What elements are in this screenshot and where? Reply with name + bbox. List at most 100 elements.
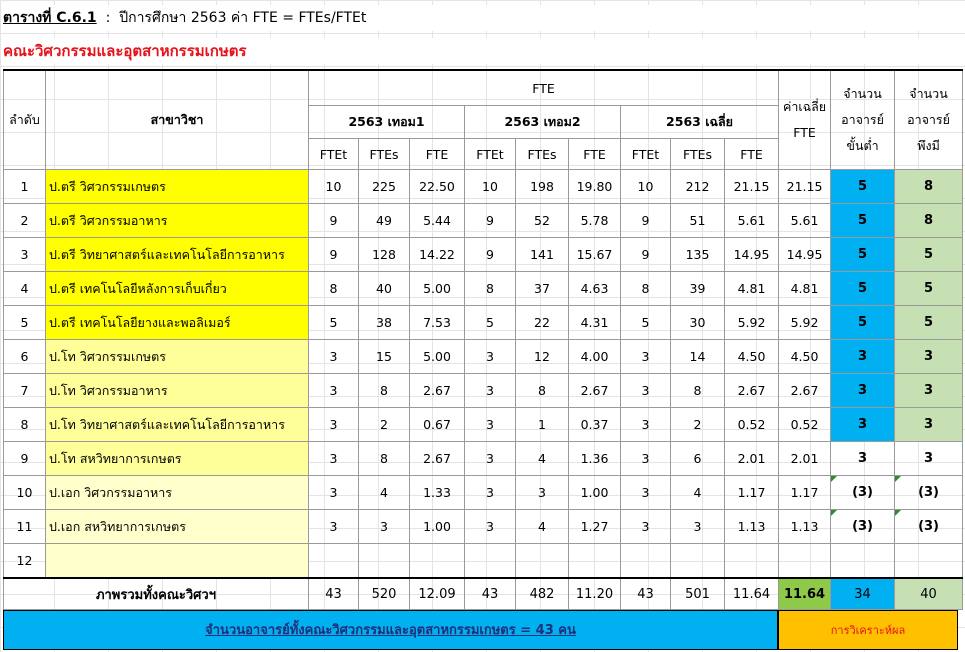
row-t2-ftes: 4 — [515, 441, 569, 476]
row-program: ป.โท สหวิทยาการเกษตร — [45, 441, 309, 476]
row-t1-ftes: 4 — [358, 475, 410, 510]
row-program: ป.โท วิศวกรรมเกษตร — [45, 339, 309, 374]
row-t2-fte: 2.67 — [568, 373, 621, 408]
row-ta-ftes — [670, 543, 725, 579]
row-avg-fte: 2.67 — [778, 373, 832, 408]
header-seq: ลำดับ — [3, 69, 46, 170]
total-min-staff: 34 — [830, 577, 896, 610]
row-required-staff: 3 — [894, 407, 964, 442]
row-t1-ftes: 225 — [358, 169, 410, 204]
row-seq: 8 — [3, 407, 46, 442]
row-seq: 1 — [3, 169, 46, 204]
row-ta-ftet — [620, 543, 671, 579]
row-t2-ftes: 1 — [515, 407, 569, 442]
row-min-staff: 3 — [830, 339, 896, 374]
row-t2-fte: 1.27 — [568, 509, 621, 544]
row-ta-ftes: 51 — [670, 203, 725, 238]
row-t1-fte: 1.33 — [409, 475, 465, 510]
row-ta-ftet: 3 — [620, 373, 671, 408]
header-avg-line2: FTE — [793, 125, 816, 140]
row-seq: 6 — [3, 339, 46, 374]
row-ta-ftes: 212 — [670, 169, 725, 204]
row-required-staff: 5 — [894, 305, 964, 340]
row-t1-ftes: 15 — [358, 339, 410, 374]
row-ta-ftet: 10 — [620, 169, 671, 204]
row-avg-fte: 21.15 — [778, 169, 832, 204]
row-t2-ftes: 141 — [515, 237, 569, 272]
row-ta-ftes: 30 — [670, 305, 725, 340]
row-t1-ftes: 8 — [358, 441, 410, 476]
row-t2-fte: 0.37 — [568, 407, 621, 442]
row-ta-fte: 5.92 — [723, 305, 780, 340]
row-ta-ftet: 3 — [620, 407, 671, 442]
row-t1-fte: 5.00 — [409, 271, 465, 306]
row-seq: 10 — [3, 475, 46, 510]
row-ta-ftet: 3 — [620, 509, 671, 544]
table-row: 10 ป.เอก วิศวกรรมอาหาร 3 4 1.33 3 3 1.00 3 4 1.17 1… — [3, 475, 964, 510]
total-t1-fte: 12.09 — [409, 577, 465, 610]
total-ta-ftet: 43 — [620, 577, 671, 610]
row-ta-fte: 4.50 — [723, 339, 780, 374]
row-program: ป.เอก วิศวกรรมอาหาร — [45, 475, 309, 510]
row-t2-fte: 1.00 — [568, 475, 621, 510]
header-t1-ftet: FTEt — [308, 138, 359, 170]
row-avg-fte: 5.61 — [778, 203, 832, 238]
header-term-avg: 2563 เฉลี่ย — [619, 105, 780, 139]
row-avg-fte — [778, 543, 832, 579]
header-required-staff: จำนวน อาจารย์ พึงมี — [894, 69, 964, 170]
row-t1-ftet: 3 — [308, 441, 359, 476]
row-seq: 3 — [3, 237, 46, 272]
table-row: 11 ป.เอก สหวิทยาการเกษตร 3 3 1.00 3 4 1.27 3 3 1.1… — [3, 509, 964, 544]
row-required-staff: 3 — [894, 441, 964, 476]
row-t2-ftet: 10 — [464, 169, 516, 204]
row-t2-ftet: 3 — [464, 441, 516, 476]
row-ta-fte: 1.17 — [723, 475, 780, 510]
analysis-label: การวิเคราะห์ผล — [778, 610, 958, 650]
row-ta-fte: 21.15 — [723, 169, 780, 204]
row-ta-ftet: 3 — [620, 475, 671, 510]
row-t1-ftes: 3 — [358, 509, 410, 544]
row-t1-ftet: 5 — [308, 305, 359, 340]
row-t2-ftes: 37 — [515, 271, 569, 306]
row-avg-fte: 5.92 — [778, 305, 832, 340]
row-avg-fte: 14.95 — [778, 237, 832, 272]
row-avg-fte: 4.81 — [778, 271, 832, 306]
row-ta-fte: 4.81 — [723, 271, 780, 306]
total-t1-ftes: 520 — [358, 577, 410, 610]
row-t1-ftet: 9 — [308, 237, 359, 272]
header-t1-fte: FTE — [409, 138, 465, 170]
row-program: ป.ตรี เทคโนโลยียางและพอลิเมอร์ — [45, 305, 309, 340]
table-row: 5 ป.ตรี เทคโนโลยียางและพอลิเมอร์ 5 38 7.53 5 2… — [3, 305, 964, 340]
row-t1-fte: 1.00 — [409, 509, 465, 544]
row-t1-ftet: 9 — [308, 203, 359, 238]
row-t2-ftet: 3 — [464, 373, 516, 408]
row-seq: 4 — [3, 271, 46, 306]
header-ta-fte: FTE — [723, 138, 780, 170]
row-t2-fte: 1.36 — [568, 441, 621, 476]
row-t1-ftes — [358, 543, 410, 579]
row-t1-ftet — [308, 543, 359, 579]
table-row: 12 — [3, 543, 964, 579]
row-t1-fte: 22.50 — [409, 169, 465, 204]
row-t1-ftes: 40 — [358, 271, 410, 306]
table-row: 4 ป.ตรี เทคโนโลยีหลังการเก็บเกี่ยว 8 40 5.00… — [3, 271, 964, 306]
header-term2: 2563 เทอม2 — [464, 105, 621, 139]
header-min-staff: จำนวน อาจารย์ ขั้นต่ำ — [830, 69, 896, 170]
row-t1-fte: 2.67 — [409, 373, 465, 408]
row-min-staff: 3 — [830, 373, 896, 408]
header-fte: FTE — [307, 69, 780, 106]
header-program: สาขาวิชา — [45, 69, 309, 170]
table-row: 8 ป.โท วิทยาศาสตร์และเทคโนโลยีการอาหาร 3 2 0… — [3, 407, 964, 442]
table-number: ตารางที่ C.6.1 — [3, 10, 97, 26]
row-t1-ftet: 3 — [308, 509, 359, 544]
row-ta-fte — [723, 543, 780, 579]
row-ta-ftes: 39 — [670, 271, 725, 306]
row-program: ป.ตรี วิศวกรรมเกษตร — [45, 169, 309, 204]
row-t2-fte: 5.78 — [568, 203, 621, 238]
row-required-staff: 3 — [894, 339, 964, 374]
row-ta-ftet: 9 — [620, 203, 671, 238]
header-min-line2: อาจารย์ — [841, 112, 884, 127]
row-t2-fte: 19.80 — [568, 169, 621, 204]
row-seq: 11 — [3, 509, 46, 544]
row-t1-fte: 2.67 — [409, 441, 465, 476]
